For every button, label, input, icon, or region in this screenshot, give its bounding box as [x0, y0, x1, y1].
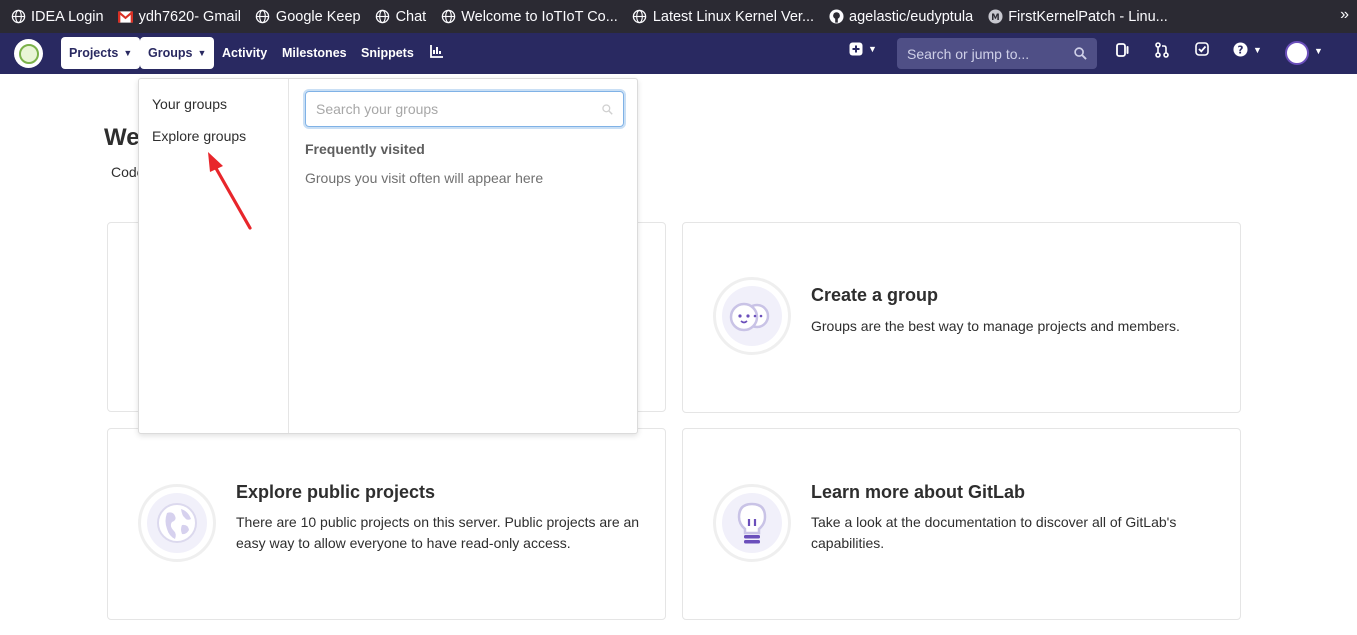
frequently-visited-empty-text: Groups you visit often will appear here — [305, 170, 544, 186]
bookmark-label: FirstKernelPatch - Linu... — [1008, 8, 1168, 25]
projects-dropdown-button[interactable]: Projects ▼ — [61, 37, 141, 69]
card-text: There are 10 public projects on this ser… — [236, 514, 640, 551]
gitlab-logo[interactable] — [14, 39, 43, 68]
bookmark-google-keep[interactable]: Google Keep — [255, 9, 361, 25]
bookmark-first-kernel-patch[interactable]: M FirstKernelPatch - Linu... — [987, 9, 1168, 25]
search-groups-input[interactable] — [316, 101, 586, 117]
globe-icon — [375, 9, 391, 25]
more-bookmarks-chevron-icon[interactable]: » — [1340, 6, 1349, 24]
bookmark-eudyptula[interactable]: agelastic/eudyptula — [828, 9, 973, 25]
svg-text:M: M — [991, 12, 999, 22]
bookmark-label: Latest Linux Kernel Ver... — [652, 8, 815, 25]
user-avatar[interactable] — [1285, 41, 1309, 65]
chevron-down-icon: ▼ — [1253, 44, 1262, 55]
chevron-down-icon: ▼ — [123, 48, 133, 58]
bookmark-label: Welcome to IoTIoT Co... — [461, 8, 618, 25]
frequently-visited-heading: Frequently visited — [305, 141, 425, 157]
globe-icon — [10, 9, 26, 25]
analytics-chart-icon[interactable] — [430, 44, 444, 58]
projects-label: Projects — [69, 46, 119, 60]
card-text: Groups are the best way to manage projec… — [811, 318, 1180, 334]
nav-activity[interactable]: Activity — [214, 37, 275, 69]
todos-checkbox-icon[interactable] — [1195, 42, 1209, 56]
card-text: Take a look at the documentation to disc… — [811, 514, 1177, 551]
groups-dropdown-menu: Your groups Explore groups Frequently vi… — [138, 78, 638, 434]
globe-icon — [255, 9, 271, 25]
card-title: Learn more about GitLab — [811, 482, 1026, 502]
explore-groups-link[interactable]: Explore groups — [152, 128, 246, 144]
chevron-down-icon: ▼ — [197, 48, 207, 58]
groups-dropdown-sidebar: Your groups Explore groups — [139, 79, 289, 433]
learn-more-gitlab-card[interactable]: Learn more about GitLab Take a look at t… — [682, 428, 1241, 620]
github-icon — [828, 9, 844, 25]
bookmark-label: Chat — [395, 8, 427, 25]
bookmark-gmail[interactable]: ydh7620- Gmail — [118, 9, 241, 25]
card-title: Create a group — [811, 285, 939, 305]
search-bar[interactable] — [897, 38, 1097, 69]
chevron-down-icon[interactable]: ▼ — [1314, 46, 1323, 56]
gitlab-navbar: Projects ▼ Groups ▼ Activity Milestones … — [0, 33, 1357, 74]
bookmark-label: IDEA Login — [31, 8, 104, 25]
globe-icon — [138, 484, 216, 562]
globe-icon — [440, 9, 456, 25]
groups-dropdown-button[interactable]: Groups ▼ — [140, 37, 215, 69]
lightbulb-icon — [713, 484, 791, 562]
bookmark-chat[interactable]: Chat — [375, 8, 427, 25]
issues-icon[interactable] — [1116, 42, 1130, 58]
explore-public-projects-card[interactable]: Explore public projects There are 10 pub… — [107, 428, 666, 620]
nav-milestones[interactable]: Milestones — [274, 37, 355, 69]
search-input[interactable] — [907, 45, 1067, 62]
group-faces-icon — [713, 277, 791, 355]
gmail-icon — [118, 9, 134, 25]
bookmark-idea-login[interactable]: IDEA Login — [10, 9, 104, 25]
welcome-heading: We — [104, 124, 140, 151]
create-group-card[interactable]: Create a group Groups are the best way t… — [682, 222, 1241, 413]
new-item-plus-icon[interactable]: ▼ — [849, 42, 877, 56]
search-groups-field[interactable] — [305, 91, 624, 127]
bookmark-iotiot[interactable]: Welcome to IoTIoT Co... — [440, 9, 618, 25]
bookmarks-bar: IDEA Login ydh7620- Gmail Google Keep Ch… — [0, 0, 1357, 33]
bookmark-label: Google Keep — [275, 8, 361, 25]
search-icon — [602, 103, 613, 115]
svg-text:?: ? — [1238, 44, 1244, 56]
bookmark-label: ydh7620- Gmail — [138, 8, 241, 25]
your-groups-link[interactable]: Your groups — [152, 96, 227, 112]
merge-requests-icon[interactable] — [1155, 42, 1169, 58]
card-title: Explore public projects — [236, 482, 436, 502]
bookmark-linux-kernel[interactable]: Latest Linux Kernel Ver... — [632, 9, 814, 25]
bookmark-label: agelastic/eudyptula — [849, 8, 974, 25]
annotation-arrow-icon — [208, 152, 252, 230]
help-question-icon[interactable]: ? ▼ — [1233, 42, 1262, 57]
mediawiki-icon: M — [987, 9, 1003, 25]
chevron-down-icon: ▼ — [868, 44, 877, 54]
search-icon — [1074, 47, 1087, 60]
globe-icon — [632, 9, 648, 25]
nav-snippets[interactable]: Snippets — [353, 37, 422, 69]
groups-label: Groups — [148, 46, 193, 60]
